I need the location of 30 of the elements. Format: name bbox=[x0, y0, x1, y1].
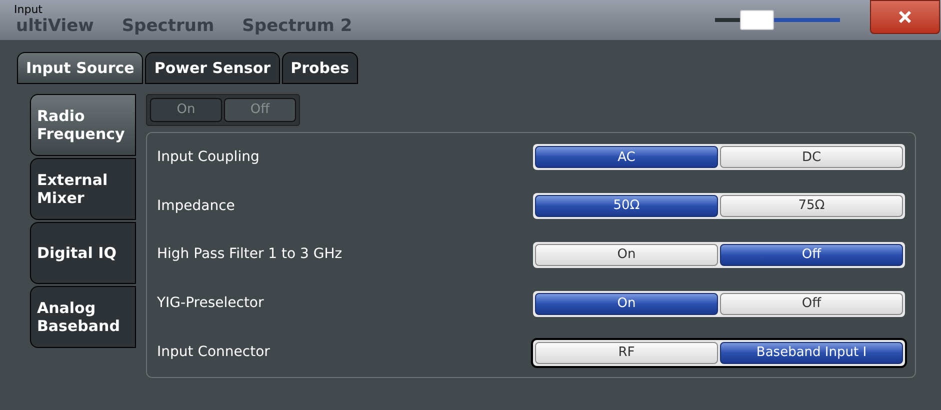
opacity-slider[interactable] bbox=[715, 10, 840, 30]
setting-label: Impedance bbox=[157, 196, 235, 216]
option-button[interactable]: Off bbox=[720, 244, 903, 266]
option-button[interactable]: Baseband Input I bbox=[720, 342, 903, 364]
side-tab[interactable]: Digital IQ bbox=[30, 222, 136, 284]
option-button[interactable]: On bbox=[535, 244, 718, 266]
tab[interactable]: Power Sensor bbox=[145, 52, 280, 84]
side-tab[interactable]: Analog Baseband bbox=[30, 286, 136, 348]
close-icon bbox=[898, 11, 912, 23]
option-button[interactable]: RF bbox=[535, 342, 718, 364]
window-title: Input bbox=[14, 2, 42, 18]
side-tab[interactable]: External Mixer bbox=[30, 158, 136, 220]
close-button[interactable] bbox=[870, 0, 940, 34]
background-tab-label: Spectrum bbox=[120, 15, 216, 38]
tab[interactable]: Probes bbox=[282, 52, 358, 84]
setting-label: High Pass Filter 1 to 3 GHz bbox=[157, 245, 342, 264]
option-button[interactable]: 75Ω bbox=[720, 195, 903, 218]
slider-thumb[interactable] bbox=[740, 10, 774, 30]
option-button[interactable]: Off bbox=[720, 292, 903, 315]
option-button[interactable]: On bbox=[535, 292, 718, 315]
side-tab[interactable]: Radio Frequency bbox=[30, 94, 136, 156]
setting-label: Input Coupling bbox=[157, 148, 260, 167]
background-tab-label: ultiView bbox=[15, 16, 95, 38]
option-button[interactable]: DC bbox=[720, 146, 903, 168]
option-button[interactable]: AC bbox=[535, 146, 718, 168]
setting-label: YIG-Preselector bbox=[157, 294, 264, 314]
tab[interactable]: Input Source bbox=[17, 52, 144, 84]
option-button[interactable]: 50Ω bbox=[535, 195, 718, 218]
background-tab-label: Spectrum 2 bbox=[241, 15, 354, 38]
setting-label: Input Connector bbox=[157, 343, 270, 362]
